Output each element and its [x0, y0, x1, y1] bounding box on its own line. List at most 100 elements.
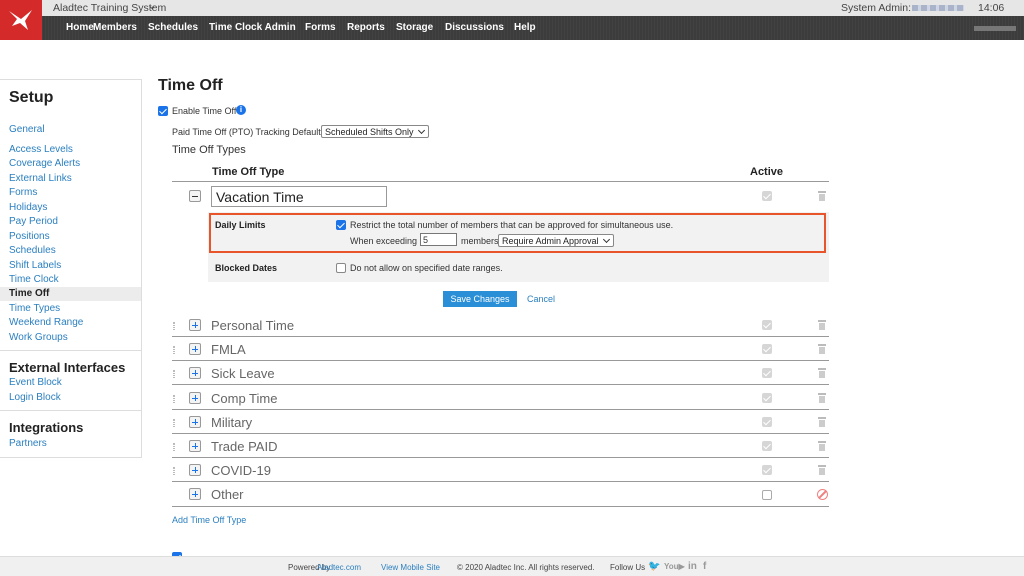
expand-icon[interactable] — [189, 319, 201, 331]
active-checkbox[interactable] — [762, 441, 772, 451]
top-bar: Aladtec Training System ⌄ System Admin: … — [0, 0, 1024, 16]
expand-icon[interactable] — [189, 488, 201, 500]
enable-time-off-checkbox[interactable] — [158, 106, 168, 116]
linkedin-icon[interactable]: in — [688, 561, 697, 572]
add-time-off-type-link[interactable]: Add Time Off Type — [172, 515, 246, 525]
sidebar-item-weekend-range[interactable]: Weekend Range — [9, 317, 83, 328]
trash-icon[interactable] — [818, 417, 826, 427]
redacted-nav-text — [974, 26, 1016, 31]
nav-help[interactable]: Help — [514, 22, 536, 33]
sidebar-item-pay-period[interactable]: Pay Period — [9, 216, 58, 227]
nav-forms[interactable]: Forms — [305, 22, 336, 33]
row-divider — [172, 409, 829, 410]
sidebar-item-schedules[interactable]: Schedules — [9, 245, 56, 256]
restrict-checkbox[interactable] — [336, 220, 346, 230]
sidebar-item-holidays[interactable]: Holidays — [9, 202, 47, 213]
exceed-input[interactable]: 5 — [420, 233, 457, 246]
active-checkbox[interactable] — [762, 417, 772, 427]
active-checkbox[interactable] — [762, 191, 772, 201]
active-checkbox[interactable] — [762, 320, 772, 330]
type-name: Comp Time — [211, 391, 278, 406]
expand-icon[interactable] — [189, 392, 201, 404]
row-divider — [172, 457, 829, 458]
expand-icon[interactable] — [189, 367, 201, 379]
col-active: Active — [750, 166, 784, 178]
active-checkbox[interactable] — [762, 465, 772, 475]
nav-time-clock-admin[interactable]: Time Clock Admin — [209, 22, 296, 33]
nav-home[interactable]: Home — [66, 22, 94, 33]
drag-handle-icon[interactable] — [173, 370, 175, 378]
blocked-dates-label: Blocked Dates — [215, 263, 278, 273]
row-divider — [172, 433, 829, 434]
save-changes-button[interactable]: Save Changes — [443, 291, 517, 307]
blocked-dates-checkbox[interactable] — [336, 263, 346, 273]
nav-members[interactable]: Members — [93, 22, 137, 33]
sidebar-item-access-levels[interactable]: Access Levels — [9, 144, 73, 155]
active-checkbox[interactable] — [762, 393, 772, 403]
system-admin-label: System Admin: — [841, 2, 912, 14]
cancel-link[interactable]: Cancel — [527, 294, 555, 304]
sidebar-item-time-off[interactable]: Time Off — [0, 287, 141, 301]
sidebar-item-login-block[interactable]: Login Block — [9, 392, 61, 403]
info-icon[interactable]: i — [236, 105, 246, 115]
nav-storage[interactable]: Storage — [396, 22, 433, 33]
drag-handle-icon[interactable] — [173, 322, 175, 330]
trash-icon[interactable] — [818, 465, 826, 475]
nav-schedules[interactable]: Schedules — [148, 22, 198, 33]
active-checkbox[interactable] — [762, 344, 772, 354]
expand-icon[interactable] — [189, 343, 201, 355]
pto-label: Paid Time Off (PTO) Tracking Default: — [172, 127, 324, 137]
trash-icon[interactable] — [818, 191, 826, 201]
sidebar-item-time-clock[interactable]: Time Clock — [9, 274, 59, 285]
trash-icon[interactable] — [818, 368, 826, 378]
pto-select[interactable]: Scheduled Shifts Only — [321, 125, 429, 138]
sidebar-setup-title: Setup — [9, 89, 54, 106]
trash-icon[interactable] — [818, 320, 826, 330]
sidebar-item-positions[interactable]: Positions — [9, 231, 50, 242]
chevron-down-icon[interactable]: ⌄ — [148, 1, 156, 12]
sidebar-item-work-groups[interactable]: Work Groups — [9, 332, 68, 343]
nav-reports[interactable]: Reports — [347, 22, 385, 33]
aladtec-link[interactable]: Aladtec.com — [317, 563, 361, 572]
trash-icon[interactable] — [818, 393, 826, 403]
row-divider — [172, 481, 829, 482]
drag-handle-icon[interactable] — [173, 395, 175, 403]
expand-icon[interactable] — [189, 416, 201, 428]
facebook-icon[interactable]: f — [703, 561, 706, 572]
footer: Powered by Aladtec.com View Mobile Site … — [0, 556, 1024, 576]
expand-icon[interactable] — [189, 440, 201, 452]
sidebar-item-forms[interactable]: Forms — [9, 187, 37, 198]
active-checkbox[interactable] — [762, 368, 772, 378]
twitter-icon[interactable]: 🐦 — [648, 561, 660, 572]
follow-us-label: Follow Us — [610, 563, 646, 572]
drag-handle-icon[interactable] — [173, 467, 175, 475]
aladtec-logo[interactable] — [0, 0, 42, 40]
table-divider — [172, 181, 829, 182]
sidebar-item-partners[interactable]: Partners — [9, 438, 47, 449]
sidebar-item-shift-labels[interactable]: Shift Labels — [9, 260, 61, 271]
type-name-input[interactable]: Vacation Time — [211, 186, 387, 207]
restrict-text: Restrict the total number of members tha… — [350, 220, 674, 230]
collapse-icon[interactable] — [189, 190, 201, 202]
sidebar-integrations-title: Integrations — [9, 420, 84, 435]
nav-discussions[interactable]: Discussions — [445, 22, 504, 33]
drag-handle-icon[interactable] — [173, 346, 175, 354]
sidebar-item-label: Time Off — [9, 288, 50, 299]
sidebar-item-external-links[interactable]: External Links — [9, 173, 72, 184]
youtube-icon[interactable]: You▶ — [664, 562, 685, 571]
trash-icon[interactable] — [818, 344, 826, 354]
type-name: Sick Leave — [211, 366, 275, 381]
drag-handle-icon[interactable] — [173, 419, 175, 427]
bird-icon — [9, 10, 32, 30]
expand-icon[interactable] — [189, 464, 201, 476]
setup-sidebar: Setup General Access Levels Coverage Ale… — [0, 79, 142, 458]
trash-icon[interactable] — [818, 441, 826, 451]
sidebar-item-general[interactable]: General — [9, 124, 45, 135]
sidebar-item-event-block[interactable]: Event Block — [9, 377, 62, 388]
drag-handle-icon[interactable] — [173, 443, 175, 451]
active-checkbox[interactable] — [762, 490, 772, 500]
sidebar-item-time-types[interactable]: Time Types — [9, 303, 60, 314]
mobile-site-link[interactable]: View Mobile Site — [381, 563, 440, 572]
sidebar-item-coverage-alerts[interactable]: Coverage Alerts — [9, 158, 80, 169]
approval-select[interactable]: Require Admin Approval — [498, 234, 614, 247]
